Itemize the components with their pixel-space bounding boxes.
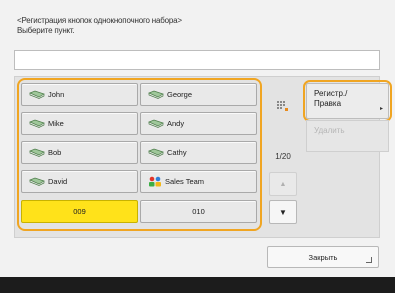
address-book-icon	[29, 90, 45, 99]
one-touch-key-009[interactable]: 009	[21, 200, 138, 223]
one-touch-key-sales-team[interactable]: Sales Team	[140, 170, 257, 193]
close-button[interactable]: Закрыть	[267, 246, 379, 268]
submenu-arrow-icon: ▸	[379, 106, 383, 112]
key-label: 010	[192, 207, 205, 216]
address-book-icon	[148, 119, 164, 128]
close-label: Закрыть	[308, 252, 338, 262]
address-book-icon	[148, 90, 164, 99]
key-label: 009	[73, 207, 86, 216]
one-touch-key-john[interactable]: John	[21, 83, 138, 106]
address-book-icon	[29, 148, 45, 157]
key-label: Andy	[167, 119, 185, 128]
one-touch-key-010[interactable]: 010	[140, 200, 257, 223]
key-label: Cathy	[167, 148, 187, 157]
name-display-field	[14, 50, 380, 70]
display-toggle-button[interactable]	[269, 88, 297, 124]
corner-mark-icon	[366, 257, 372, 263]
one-touch-key-david[interactable]: David	[21, 170, 138, 193]
key-label: David	[48, 177, 68, 186]
arrow-down-icon: ▼	[279, 207, 287, 217]
one-touch-key-mike[interactable]: Mike	[21, 112, 138, 135]
key-label: Mike	[48, 119, 64, 128]
dialog-title: <Регистрация кнопок однокнопочного набор…	[17, 16, 182, 25]
one-touch-key-andy[interactable]: Andy	[140, 112, 257, 135]
group-icon	[149, 176, 161, 187]
status-bar	[0, 277, 395, 293]
delete-button[interactable]: Удалить	[306, 120, 389, 152]
grid-view-icon	[277, 101, 288, 111]
key-label: John	[48, 90, 65, 99]
page-up-button[interactable]: ▲	[269, 172, 297, 196]
register-label-line1: Регистр./	[314, 89, 348, 98]
one-touch-key-george[interactable]: George	[140, 83, 257, 106]
one-touch-key-cathy[interactable]: Cathy	[140, 141, 257, 164]
arrow-up-icon: ▲	[279, 180, 287, 188]
register-label-line2: Правка	[314, 99, 342, 108]
address-book-icon	[148, 148, 164, 157]
key-label: Sales Team	[165, 177, 205, 186]
key-label: Bob	[48, 148, 62, 157]
key-label: George	[167, 90, 193, 99]
address-book-icon	[29, 119, 45, 128]
page-indicator: 1/20	[275, 152, 291, 161]
instruction-text: Выберите пункт.	[17, 26, 75, 35]
page-down-button[interactable]: ▼	[269, 200, 297, 224]
one-touch-key-bob[interactable]: Bob	[21, 141, 138, 164]
register-edit-button[interactable]: Регистр./ Правка ▸	[306, 83, 389, 119]
address-book-icon	[29, 177, 45, 186]
